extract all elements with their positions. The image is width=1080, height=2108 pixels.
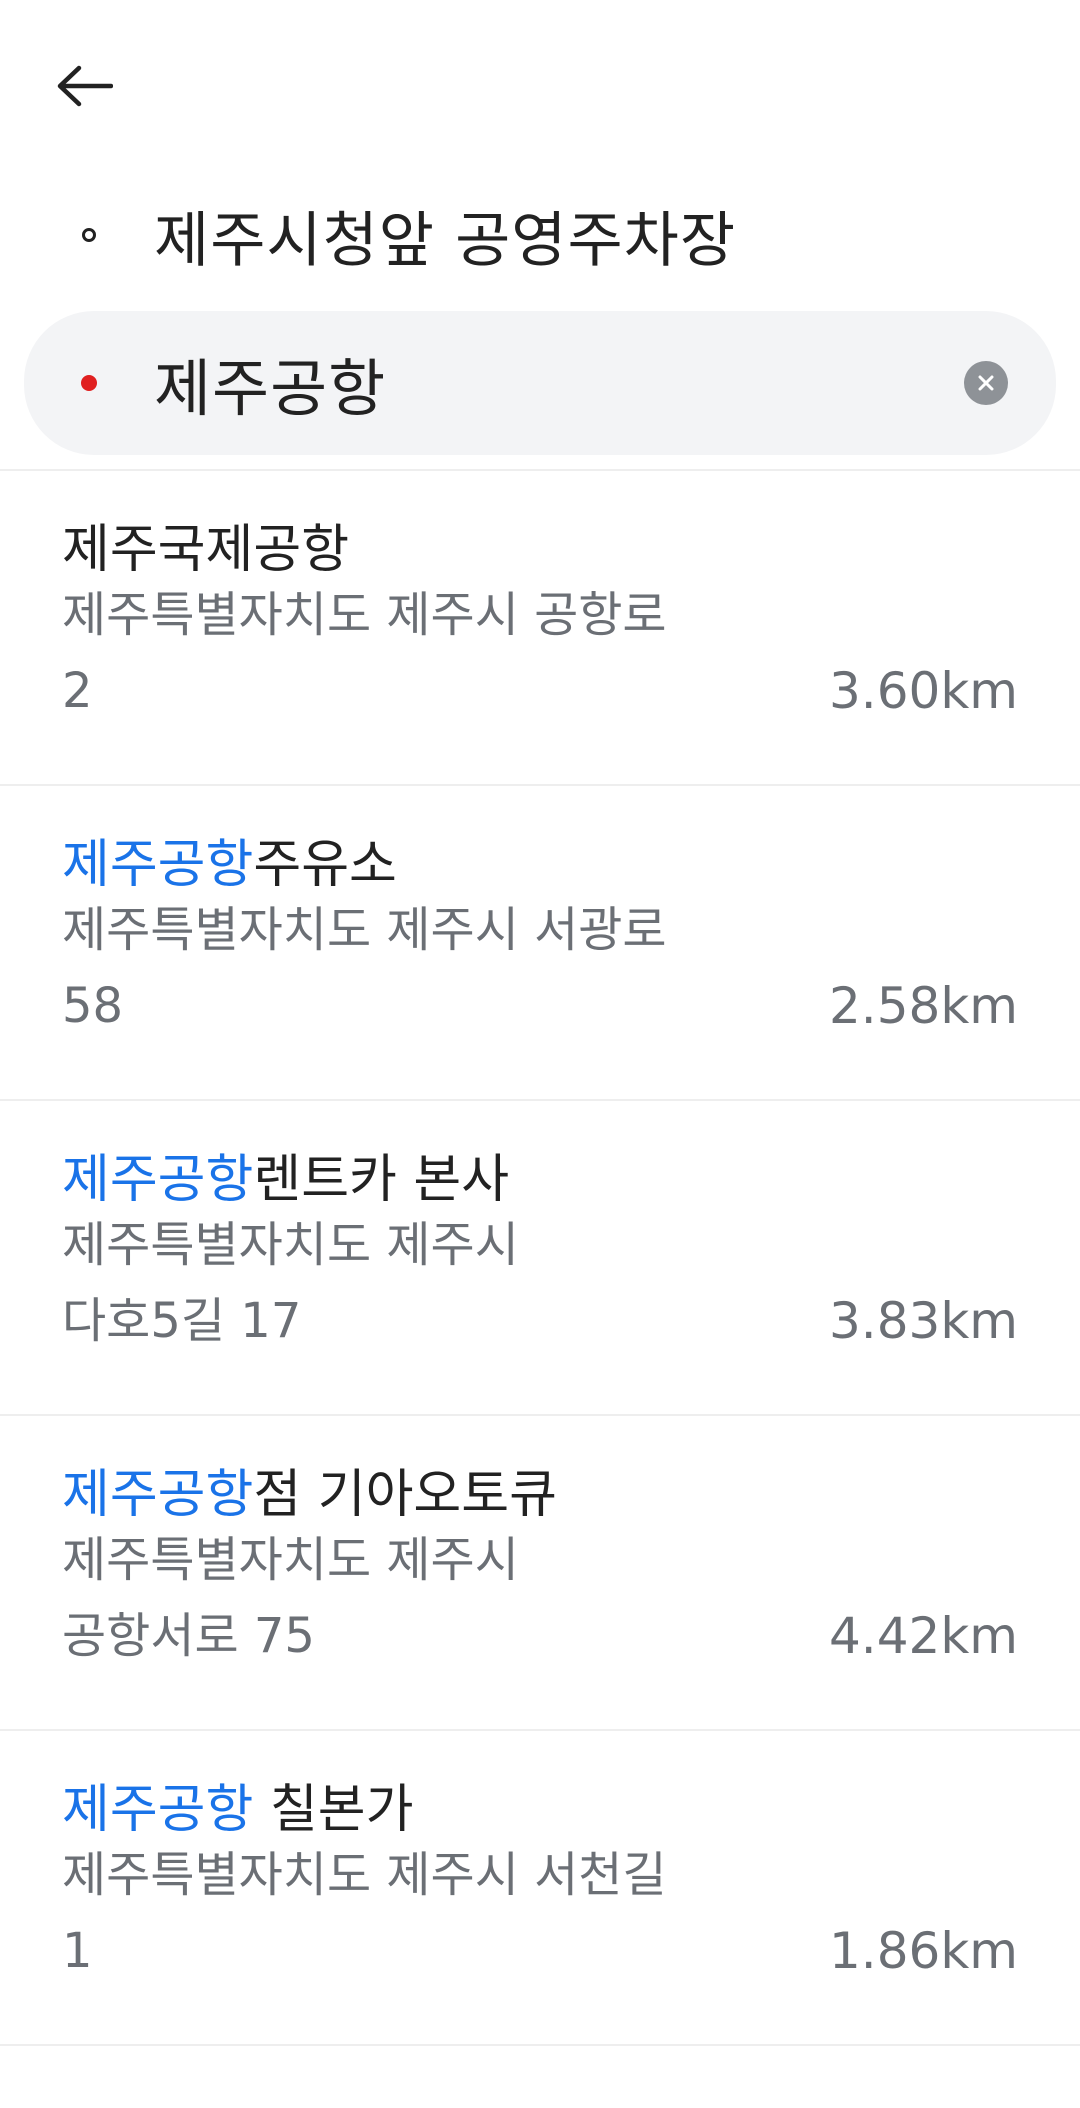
result-title-rest: 렌트카 본사 <box>253 1150 510 1210</box>
close-icon <box>978 375 994 391</box>
arrow-left-icon <box>57 65 113 107</box>
result-address-line1: 제주특별자치도 제주시 <box>62 1217 519 1273</box>
result-title-highlight: 제주공항 <box>62 1150 254 1210</box>
result-distance: 3.60km <box>829 662 1018 720</box>
result-bottom-row: 1 1.86km <box>62 1921 1018 1981</box>
result-item[interactable]: 제주공항 칠본가 제주특별자치도 제주시 서천길 1 1.86km <box>0 1731 1080 2046</box>
origin-text[interactable]: 제주시청앞 공영주차장 <box>154 192 1056 279</box>
screen: 제주시청앞 공영주차장 제주공항 제주국제공항 제주특별자치도 제주시 공항로 … <box>0 0 1080 2108</box>
result-distance: 3.83km <box>829 1292 1018 1350</box>
result-title: 제주공항점 기아오토큐 <box>62 1462 1018 1528</box>
result-title: 제주공항주유소 <box>62 832 1018 898</box>
result-bottom-row: 다호5길 17 3.83km <box>62 1291 1018 1351</box>
result-bottom-row: 공항서로 75 4.42km <box>62 1606 1018 1666</box>
result-address-line2: 2 <box>62 663 93 719</box>
result-title-rest: 칠본가 <box>253 1780 414 1840</box>
result-address-line2: 공항서로 75 <box>62 1608 315 1664</box>
result-title: 제주공항 칠본가 <box>62 1777 1018 1843</box>
result-title-highlight: 제주공항 <box>62 1465 254 1525</box>
result-address-line1: 제주특별자치도 제주시 서광로 <box>62 902 667 958</box>
result-bottom-row: 2 3.60km <box>62 661 1018 721</box>
result-title: 제주국제공항 <box>62 517 1018 583</box>
result-item[interactable]: 제주공항점 기아오토큐 제주특별자치도 제주시 공항서로 75 4.42km <box>0 1416 1080 1731</box>
result-title: 제주공항렌트카 본사 <box>62 1147 1018 1213</box>
destination-input[interactable]: 제주공항 <box>154 338 964 428</box>
result-address-line2: 다호5길 17 <box>62 1293 302 1349</box>
results-list: 제주국제공항 제주특별자치도 제주시 공항로 2 3.60km 제주공항주유소 … <box>0 471 1080 2046</box>
result-title-rest: 주유소 <box>253 835 397 895</box>
origin-dot-wrap <box>24 228 154 242</box>
origin-row[interactable]: 제주시청앞 공영주차장 <box>24 175 1056 295</box>
destination-dot-icon <box>81 375 97 391</box>
result-item[interactable]: 제주국제공항 제주특별자치도 제주시 공항로 2 3.60km <box>0 471 1080 786</box>
result-distance: 4.42km <box>829 1607 1018 1665</box>
top-bar <box>0 0 1080 175</box>
result-item[interactable]: 제주공항주유소 제주특별자치도 제주시 서광로 58 2.58km <box>0 786 1080 1101</box>
result-distance: 1.86km <box>829 1922 1018 1980</box>
result-bottom-row: 58 2.58km <box>62 976 1018 1036</box>
result-distance: 2.58km <box>829 977 1018 1035</box>
result-item[interactable]: 제주공항렌트카 본사 제주특별자치도 제주시 다호5길 17 3.83km <box>0 1101 1080 1416</box>
result-title-rest: 제주국제공항 <box>62 520 350 580</box>
destination-dot-wrap <box>24 375 154 391</box>
result-address-line1: 제주특별자치도 제주시 서천길 <box>62 1847 667 1903</box>
result-address-line2: 1 <box>62 1923 93 1979</box>
result-address-line2: 58 <box>62 978 124 1034</box>
result-title-rest: 점 기아오토큐 <box>253 1465 557 1525</box>
origin-dot-icon <box>82 228 96 242</box>
clear-button[interactable] <box>964 361 1008 405</box>
destination-search-field[interactable]: 제주공항 <box>24 311 1056 455</box>
result-address-line1: 제주특별자치도 제주시 공항로 <box>62 587 667 643</box>
result-title-highlight: 제주공항 <box>62 835 254 895</box>
result-title-highlight: 제주공항 <box>62 1780 254 1840</box>
back-button[interactable] <box>52 58 116 114</box>
result-address-line1: 제주특별자치도 제주시 <box>62 1532 519 1588</box>
